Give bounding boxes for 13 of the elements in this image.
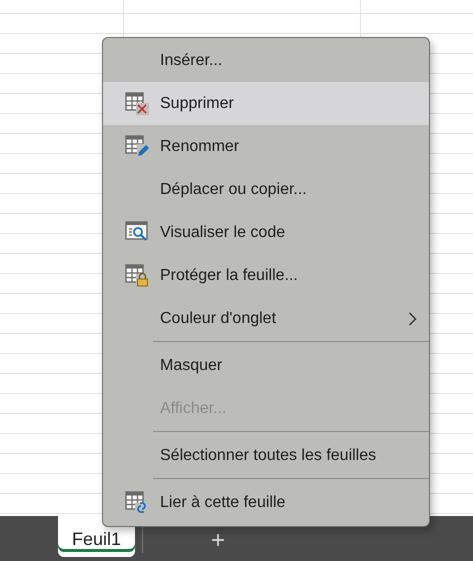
menu-item[interactable]: Supprimer (103, 82, 429, 125)
menu-item[interactable]: Insérer... (103, 39, 429, 82)
menu-item[interactable]: Renommer (103, 125, 429, 168)
menu-item[interactable]: Visualiser le code (103, 211, 429, 254)
menu-item[interactable]: Protéger la feuille... (103, 254, 429, 297)
menu-item[interactable]: Couleur d'onglet (103, 297, 429, 340)
menu-item[interactable]: Masquer (103, 344, 429, 387)
menu-item[interactable]: Sélectionner toutes les feuilles (103, 434, 429, 477)
table-delete-icon (125, 91, 150, 116)
table-pencil-icon (125, 134, 150, 159)
menu-item[interactable]: Déplacer ou copier... (103, 168, 429, 211)
table-lock-icon (125, 263, 150, 288)
chevron-right-icon (408, 312, 417, 326)
